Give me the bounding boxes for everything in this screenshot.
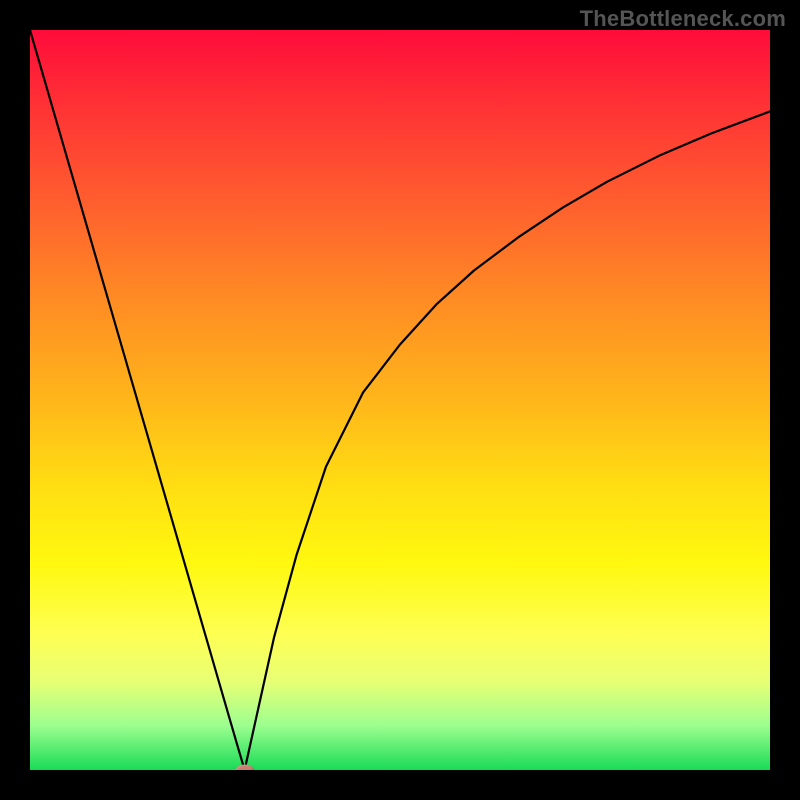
bottleneck-curve: [30, 30, 770, 770]
chart-frame: TheBottleneck.com: [0, 0, 800, 800]
min-point-marker: [236, 765, 254, 771]
watermark-text: TheBottleneck.com: [580, 6, 786, 32]
plot-area: [30, 30, 770, 770]
